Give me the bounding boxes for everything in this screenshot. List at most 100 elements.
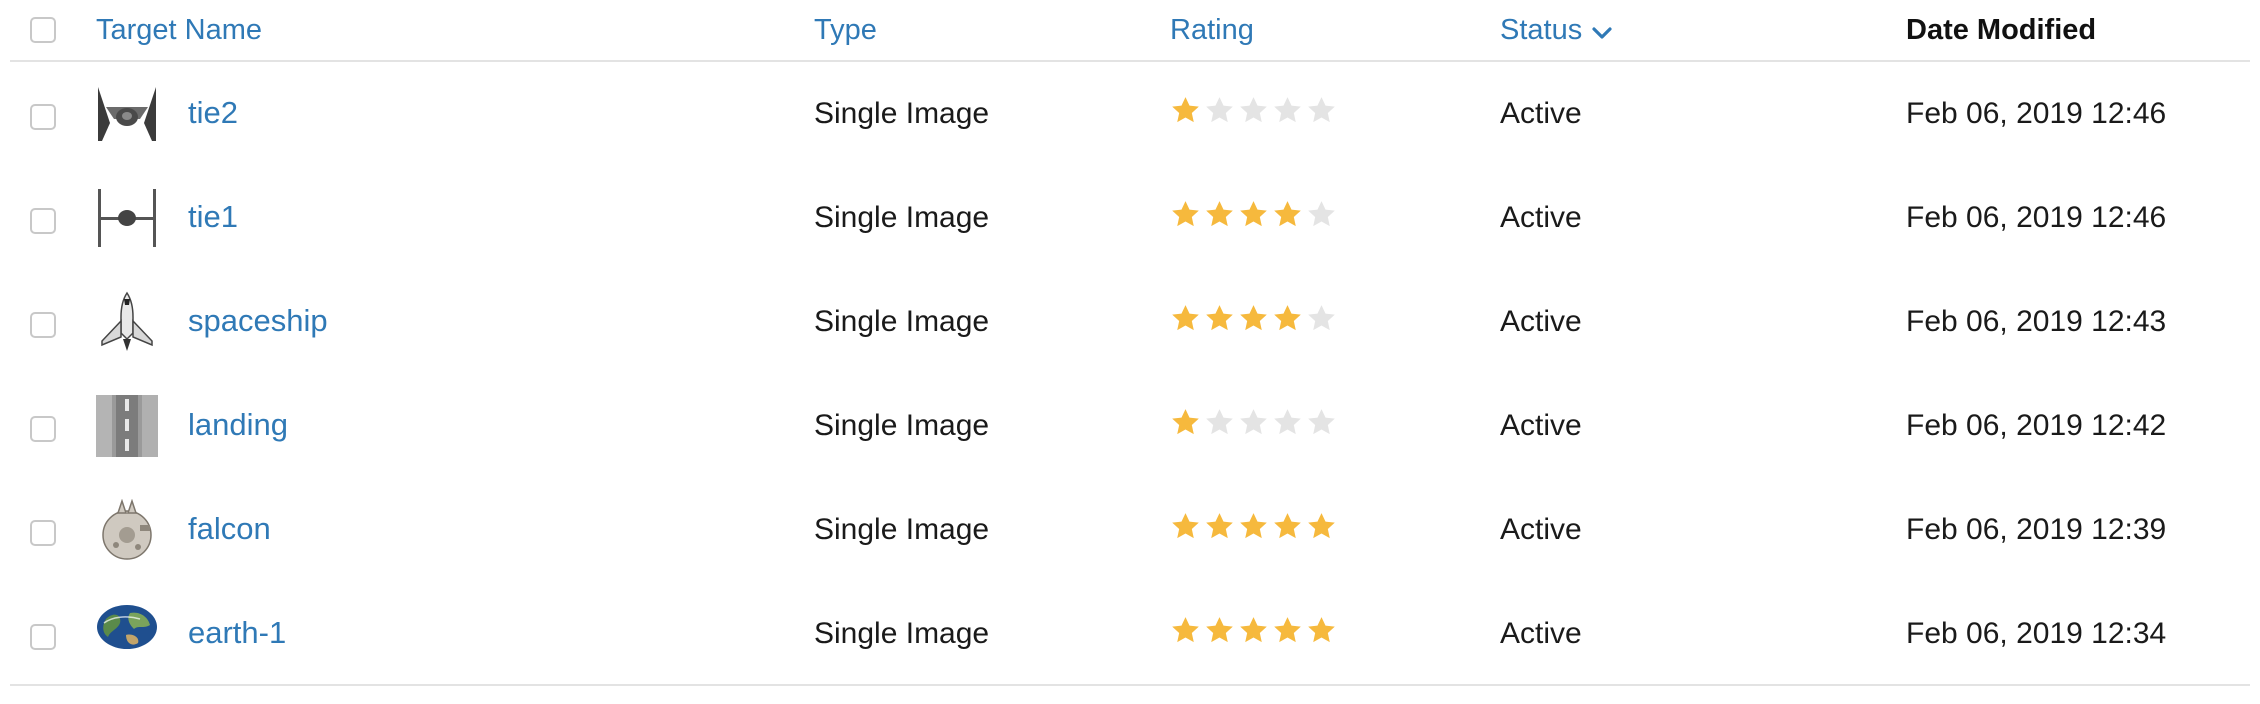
header-type[interactable]: Type bbox=[814, 0, 1154, 60]
star-filled-icon[interactable] bbox=[1170, 407, 1201, 446]
star-filled-icon[interactable] bbox=[1272, 303, 1303, 342]
star-filled-icon[interactable] bbox=[1170, 199, 1201, 238]
star-filled-icon[interactable] bbox=[1170, 615, 1201, 654]
target-name-link[interactable]: earth-1 bbox=[188, 615, 286, 651]
star-empty-icon[interactable] bbox=[1272, 407, 1303, 446]
header-target-name[interactable]: Target Name bbox=[96, 0, 796, 60]
target-date-modified: Feb 06, 2019 12:46 bbox=[1906, 97, 2167, 130]
star-filled-icon[interactable] bbox=[1170, 303, 1201, 342]
star-filled-icon[interactable] bbox=[1272, 615, 1303, 654]
target-name-link[interactable]: spaceship bbox=[188, 303, 328, 339]
millennium-falcon-icon bbox=[96, 498, 158, 568]
target-date-modified: Feb 06, 2019 12:46 bbox=[1906, 201, 2167, 234]
header-date-modified-label[interactable]: Date Modified bbox=[1906, 14, 2096, 47]
star-empty-icon[interactable] bbox=[1306, 407, 1337, 446]
target-name-link[interactable]: tie2 bbox=[188, 95, 238, 131]
star-empty-icon[interactable] bbox=[1238, 95, 1269, 134]
target-name-cell: tie2 bbox=[96, 62, 796, 166]
table-row[interactable]: tie1 Single Image Active Feb 06, 2019 12… bbox=[10, 166, 2250, 270]
star-rating bbox=[1170, 199, 1337, 238]
header-target-name-label[interactable]: Target Name bbox=[96, 14, 262, 47]
row-checkbox[interactable] bbox=[30, 624, 56, 650]
target-type: Single Image bbox=[814, 305, 990, 338]
target-date-modified: Feb 06, 2019 12:39 bbox=[1906, 513, 2167, 546]
table-row[interactable]: earth-1 Single Image Active Feb 06, 2019… bbox=[10, 582, 2250, 686]
target-type: Single Image bbox=[814, 617, 990, 650]
target-thumbnail[interactable] bbox=[96, 83, 158, 145]
header-status-label[interactable]: Status bbox=[1500, 14, 1582, 47]
star-filled-icon[interactable] bbox=[1170, 511, 1201, 550]
target-name-cell: falcon bbox=[96, 478, 796, 582]
target-name-cell: landing bbox=[96, 374, 796, 478]
star-filled-icon[interactable] bbox=[1272, 199, 1303, 238]
chevron-down-icon[interactable] bbox=[1592, 15, 1612, 48]
target-name-cell: earth-1 bbox=[96, 582, 796, 686]
target-date-modified: Feb 06, 2019 12:34 bbox=[1906, 617, 2167, 650]
row-checkbox[interactable] bbox=[30, 416, 56, 442]
star-filled-icon[interactable] bbox=[1204, 303, 1235, 342]
star-empty-icon[interactable] bbox=[1238, 407, 1269, 446]
target-thumbnail[interactable] bbox=[96, 187, 158, 249]
row-checkbox[interactable] bbox=[30, 208, 56, 234]
star-empty-icon[interactable] bbox=[1204, 95, 1235, 134]
star-filled-icon[interactable] bbox=[1238, 303, 1269, 342]
star-rating bbox=[1170, 303, 1337, 342]
star-rating bbox=[1170, 95, 1337, 134]
star-empty-icon[interactable] bbox=[1204, 407, 1235, 446]
star-filled-icon[interactable] bbox=[1238, 511, 1269, 550]
target-type: Single Image bbox=[814, 97, 990, 130]
select-all-checkbox[interactable] bbox=[30, 17, 56, 43]
row-checkbox-cell bbox=[30, 62, 80, 166]
runway-texture-icon bbox=[96, 395, 158, 464]
table-row[interactable]: spaceship Single Image Active Feb 06, 20… bbox=[10, 270, 2250, 374]
target-thumbnail[interactable] bbox=[96, 603, 158, 665]
header-rating[interactable]: Rating bbox=[1170, 0, 1490, 60]
row-checkbox[interactable] bbox=[30, 520, 56, 546]
star-filled-icon[interactable] bbox=[1238, 615, 1269, 654]
star-empty-icon[interactable] bbox=[1306, 303, 1337, 342]
star-rating bbox=[1170, 407, 1337, 446]
target-name-link[interactable]: falcon bbox=[188, 511, 271, 547]
targets-table: Target Name Type Rating Status Date Modi… bbox=[10, 0, 2250, 686]
row-checkbox[interactable] bbox=[30, 104, 56, 130]
header-rating-label[interactable]: Rating bbox=[1170, 14, 1254, 47]
row-checkbox-cell bbox=[30, 374, 80, 478]
star-filled-icon[interactable] bbox=[1272, 511, 1303, 550]
target-date-modified: Feb 06, 2019 12:43 bbox=[1906, 305, 2167, 338]
star-empty-icon[interactable] bbox=[1306, 199, 1337, 238]
star-filled-icon[interactable] bbox=[1238, 199, 1269, 238]
star-rating bbox=[1170, 511, 1337, 550]
target-thumbnail[interactable] bbox=[96, 395, 158, 457]
row-checkbox-cell bbox=[30, 582, 80, 686]
table-bottom-divider bbox=[10, 684, 2250, 686]
star-filled-icon[interactable] bbox=[1204, 615, 1235, 654]
target-status: Active bbox=[1500, 201, 1582, 234]
table-row[interactable]: falcon Single Image Active Feb 06, 2019 … bbox=[10, 478, 2250, 582]
target-name-cell: spaceship bbox=[96, 270, 796, 374]
star-filled-icon[interactable] bbox=[1204, 511, 1235, 550]
tie-fighter-wings-icon bbox=[96, 87, 158, 152]
target-name-link[interactable]: tie1 bbox=[188, 199, 238, 235]
target-status: Active bbox=[1500, 305, 1582, 338]
header-date-modified[interactable]: Date Modified bbox=[1906, 0, 2246, 60]
star-filled-icon[interactable] bbox=[1204, 199, 1235, 238]
star-empty-icon[interactable] bbox=[1272, 95, 1303, 134]
header-status[interactable]: Status bbox=[1500, 0, 1900, 60]
table-row[interactable]: landing Single Image Active Feb 06, 2019… bbox=[10, 374, 2250, 478]
row-checkbox-cell bbox=[30, 270, 80, 374]
star-filled-icon[interactable] bbox=[1306, 615, 1337, 654]
header-checkbox-cell bbox=[30, 0, 80, 60]
target-thumbnail[interactable] bbox=[96, 291, 158, 353]
target-rating bbox=[1170, 166, 1490, 270]
row-checkbox[interactable] bbox=[30, 312, 56, 338]
star-filled-icon[interactable] bbox=[1170, 95, 1201, 134]
table-row[interactable]: tie2 Single Image Active Feb 06, 2019 12… bbox=[10, 62, 2250, 166]
target-name-cell: tie1 bbox=[96, 166, 796, 270]
target-name-link[interactable]: landing bbox=[188, 407, 288, 443]
star-empty-icon[interactable] bbox=[1306, 95, 1337, 134]
header-type-label[interactable]: Type bbox=[814, 14, 877, 47]
star-filled-icon[interactable] bbox=[1306, 511, 1337, 550]
target-thumbnail[interactable] bbox=[96, 498, 158, 561]
target-status: Active bbox=[1500, 97, 1582, 130]
space-shuttle-icon bbox=[96, 291, 158, 360]
